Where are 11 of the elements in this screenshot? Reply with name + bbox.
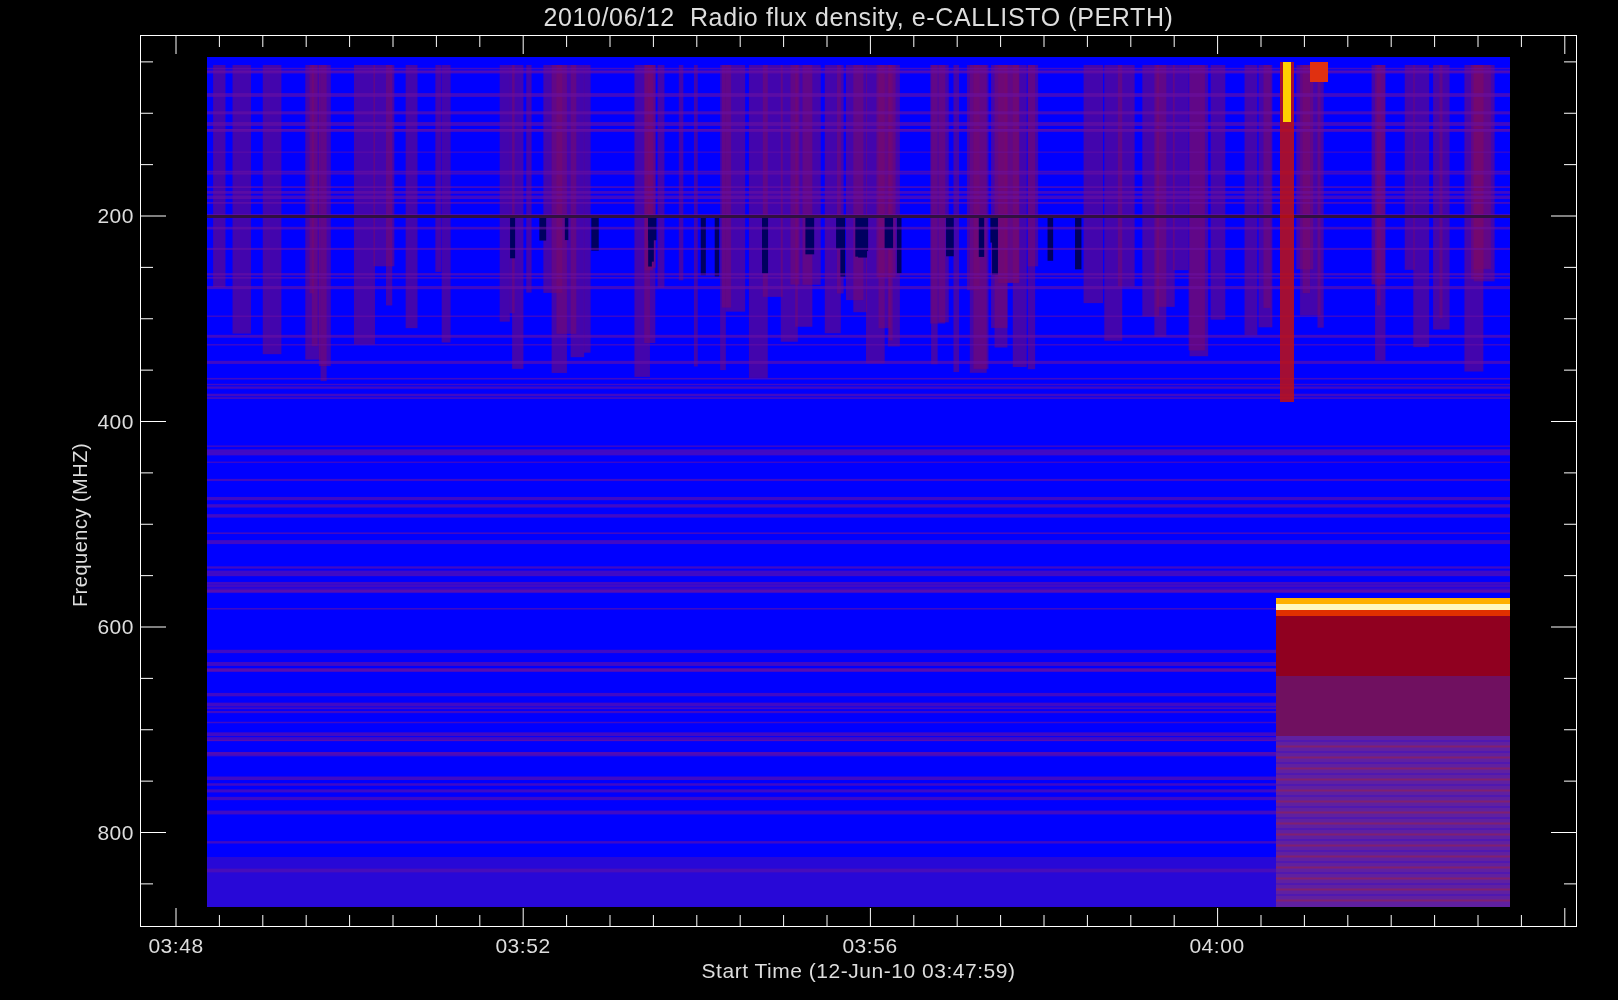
- x-tick-label: 03:56: [842, 935, 898, 956]
- chart-title: 2010/06/12 Radio flux density, e-CALLISTO (PERTH): [543, 5, 1174, 30]
- y-tick-label: 600: [97, 616, 134, 637]
- x-tick-label: 03:48: [148, 935, 204, 956]
- x-tick-label: 04:00: [1189, 935, 1245, 956]
- y-tick-label: 200: [97, 205, 134, 226]
- x-tick-label: 03:52: [495, 935, 551, 956]
- y-tick-label: 800: [97, 821, 134, 843]
- x-axis-label: Start Time (12-Jun-10 03:47:59): [701, 960, 1016, 981]
- y-tick-label: 400: [97, 410, 134, 432]
- y-axis-label: Frequency (MHZ): [70, 441, 90, 610]
